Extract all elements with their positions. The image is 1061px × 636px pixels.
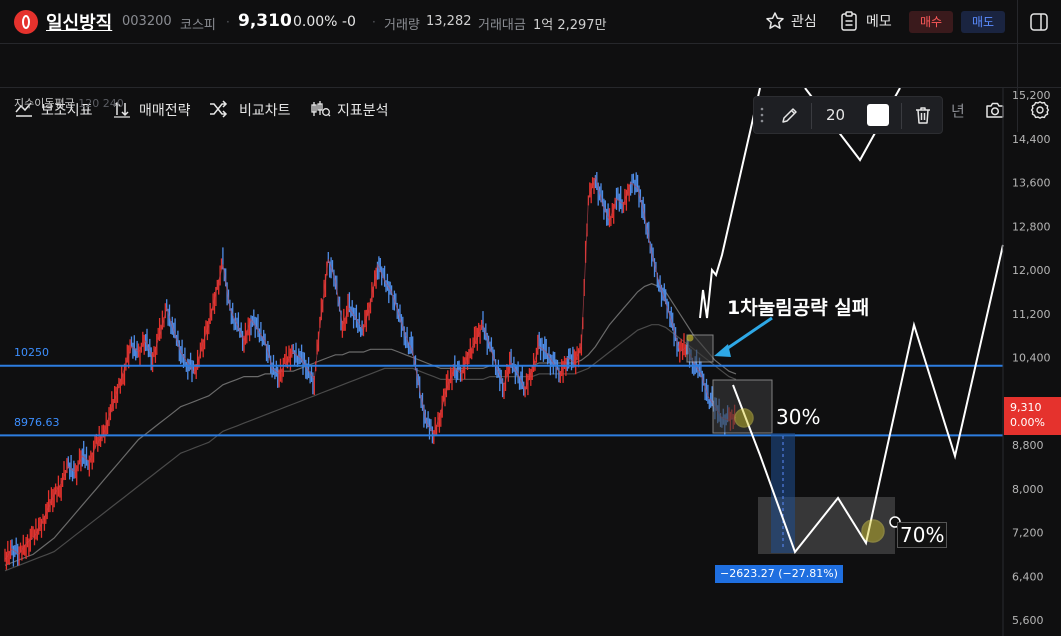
watch-label: 관심 [791, 14, 817, 30]
y-tick-label: 15,200 [1012, 89, 1051, 102]
y-tick-label: 8,800 [1012, 439, 1044, 452]
user-drawings-layer [686, 88, 1004, 555]
y-tick-label: 5,600 [1012, 614, 1044, 627]
stroke-width-value[interactable]: 20 [826, 106, 845, 124]
memo-icon [841, 11, 857, 31]
hline-1-label: 10250 [14, 346, 49, 359]
price-line [4, 175, 737, 561]
target-marker-70 [861, 519, 885, 543]
current-price-tag: 9,310 0.00% [1004, 397, 1061, 435]
stock-header: 일신방직 003200 코스피 · 9,310 0.00% -0 · 거래량 1… [0, 0, 1061, 88]
measure-result-label[interactable]: −2623.27 (−27.81%) [715, 565, 843, 583]
y-tick-label: 12,800 [1012, 220, 1051, 233]
sell-button[interactable]: 매도 [961, 11, 1005, 33]
memo-label: 메모 [866, 14, 892, 30]
indicator-legend[interactable]: 지수이동평균 120 240 [14, 95, 124, 111]
amount-value: 1억 2,297만 [533, 18, 607, 33]
stock-code: 003200 [122, 14, 172, 29]
separator-dot-icon: · [226, 15, 230, 29]
percent-70-label[interactable]: 70% [897, 522, 948, 548]
y-tick-label: 14,400 [1012, 133, 1051, 146]
buy-button[interactable]: 매수 [909, 11, 953, 33]
change-percent: 0.00% [293, 14, 338, 30]
target-marker-30 [734, 408, 754, 428]
current-price-tag-price: 9,310 [1010, 401, 1042, 414]
annotation-text[interactable]: 1차눌림공략 실패 [727, 293, 869, 320]
indicator-name: 지수이동평균 [14, 97, 75, 110]
pencil-icon [782, 108, 797, 123]
price-series-layer [4, 172, 737, 570]
target-marker-small [686, 334, 694, 342]
y-tick-label: 13,600 [1012, 177, 1051, 190]
current-price: 9,310 [238, 11, 292, 31]
price-axis: 15,200 14,400 13,600 12,800 12,000 11,200 10,4… [1002, 88, 1051, 636]
projection-path-up [699, 88, 761, 319]
y-tick-label: 7,200 [1012, 527, 1044, 540]
hline-2-label: 8976.63 [14, 416, 60, 429]
change-absolute: -0 [342, 14, 356, 30]
y-tick-label: 12,000 [1012, 264, 1051, 277]
drag-dots-icon [760, 107, 764, 123]
separator-dot-icon: · [372, 15, 376, 29]
chart-toolbar: 보조지표 매매전략 비교차트 지표분석 분 일 주 월 년 [0, 44, 1061, 132]
volume-value: 13,282 [426, 14, 472, 29]
indicator-params: 120 240 [78, 97, 124, 110]
stock-name[interactable]: 일신방직 [46, 9, 112, 35]
volume-label: 거래량 [384, 18, 420, 33]
percent-30-label[interactable]: 30% [776, 405, 820, 429]
current-price-tag-pct: 0.00% [1010, 416, 1045, 429]
sidebar-panel-icon [1030, 13, 1048, 31]
market-name: 코스피 [180, 18, 216, 33]
ma-240-line [4, 324, 737, 572]
y-tick-label: 6,400 [1012, 570, 1044, 583]
brand-logo-icon [14, 10, 38, 34]
callout-arrow-line [721, 316, 773, 354]
trash-icon [916, 107, 930, 124]
star-icon [766, 12, 784, 29]
y-tick-label: 11,200 [1012, 308, 1051, 321]
price-chart[interactable]: 15,200 14,400 13,600 12,800 12,000 11,200 10,4… [0, 88, 1061, 636]
delete-button[interactable] [913, 105, 933, 129]
drag-handle[interactable] [759, 106, 765, 128]
moving-average-layer [4, 283, 737, 572]
toolbar-separator [811, 103, 812, 129]
y-tick-label: 10,400 [1012, 352, 1051, 365]
toolbar-separator [901, 103, 902, 129]
y-tick-label: 8,000 [1012, 483, 1044, 496]
pencil-button[interactable] [780, 105, 800, 129]
amount-label: 거래대금 [478, 18, 526, 33]
ma-120-line [4, 283, 737, 566]
color-swatch[interactable] [867, 104, 889, 126]
